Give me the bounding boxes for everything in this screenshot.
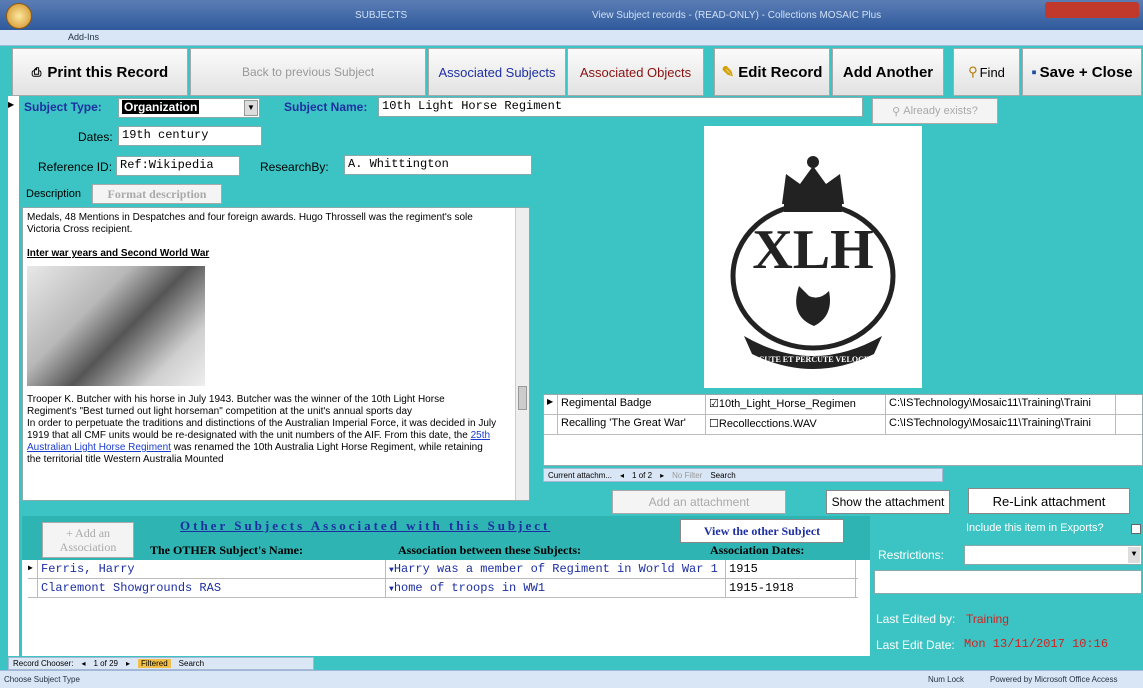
dropdown-arrow-icon[interactable]: ▼ <box>244 100 258 116</box>
add-attachment-button[interactable]: Add an attachment <box>612 490 786 514</box>
first-record-icon[interactable]: ◂ <box>620 471 624 480</box>
status-bar: Choose Subject Type Num Lock Powered by … <box>0 670 1143 688</box>
badge-letters: XLH <box>752 219 873 281</box>
window-subtitle: View Subject records - (READ-ONLY) - Col… <box>592 10 882 21</box>
record-search[interactable]: Search <box>179 659 204 668</box>
col-dates: Association Dates: <box>710 543 805 557</box>
description-paragraph-1: Medals, 48 Mentions in Despatches and fo… <box>27 212 473 235</box>
first-record-icon[interactable]: ◂ <box>81 659 85 668</box>
association-title: Other Subjects Associated with this Subj… <box>180 518 551 533</box>
status-text: Choose Subject Type <box>4 675 80 684</box>
edit-record-button[interactable]: ✎ Edit Record <box>714 48 830 96</box>
format-description-button[interactable]: Format description <box>92 184 222 204</box>
binoculars-icon: ⚲ <box>968 64 978 79</box>
scroll-thumb[interactable] <box>518 386 527 410</box>
include-exports-label: Include this item in Exports? <box>966 522 1104 534</box>
ribbon-addins[interactable]: Add-Ins <box>68 32 99 42</box>
attachments-navigator[interactable]: Current attachm... ◂ 1 of 2 ▸ No Filter … <box>543 468 943 482</box>
view-other-subject-button[interactable]: View the other Subject <box>680 519 844 543</box>
attachments-grid: ▶ Regimental Badge ☑10th_Light_Horse_Reg… <box>543 394 1143 466</box>
add-association-button[interactable]: + Add an Association <box>42 522 134 558</box>
save-close-button[interactable]: ▪ Save + Close <box>1022 48 1142 96</box>
associated-objects-button[interactable]: Associated Objects <box>567 48 704 96</box>
badge-image: XLH PERCUTE ET PERCUTE VELOCITER <box>704 126 922 388</box>
associated-subjects-button[interactable]: Associated Subjects <box>428 48 566 96</box>
ribbon: Add-Ins <box>0 30 1143 46</box>
show-attachment-button[interactable]: Show the attachment <box>826 490 950 514</box>
attachment-row[interactable]: Recalling 'The Great War' ☐Recollecction… <box>544 415 1142 435</box>
next-record-icon[interactable]: ▸ <box>660 471 664 480</box>
attachment-row[interactable]: ▶ Regimental Badge ☑10th_Light_Horse_Reg… <box>544 395 1142 415</box>
record-selector[interactable]: ▶ <box>8 96 20 656</box>
record-navigator[interactable]: Record Chooser: ◂ 1 of 29 ▸ Filtered Sea… <box>8 657 314 670</box>
relink-attachment-button[interactable]: Re-Link attachment <box>968 488 1130 514</box>
last-edit-date-value: Mon 13/11/2017 10:16 <box>964 637 1109 651</box>
description-paragraph-2: In order to perpetuate the traditions an… <box>27 418 497 465</box>
table-row[interactable]: Claremont Showgrounds RAS ▼home of troop… <box>28 579 858 598</box>
table-row[interactable]: ▶ Ferris, Harry ▼Harry was a member of R… <box>28 560 858 579</box>
find-button[interactable]: ⚲ Find <box>953 48 1020 96</box>
add-another-button[interactable]: Add Another <box>832 48 944 96</box>
reference-id-label: Reference ID: <box>38 160 113 174</box>
dates-label: Dates: <box>78 130 113 144</box>
already-exists-button[interactable]: ⚲ Already exists? <box>872 98 998 124</box>
include-exports-checkbox[interactable] <box>1131 524 1141 534</box>
dropdown-arrow-icon[interactable]: ▼ <box>1128 547 1140 563</box>
research-by-field[interactable]: A. Whittington <box>344 155 532 175</box>
restrictions-detail-field[interactable] <box>874 570 1142 594</box>
next-record-icon[interactable]: ▸ <box>126 659 130 668</box>
back-button[interactable]: Back to previous Subject <box>190 48 426 96</box>
restrictions-label: Restrictions: <box>878 548 945 562</box>
powered-by: Powered by Microsoft Office Access <box>990 675 1118 684</box>
col-association: Association between these Subjects: <box>398 543 581 557</box>
restrictions-select[interactable]: ▼ <box>964 545 1142 565</box>
filtered-button[interactable]: Filtered <box>137 659 171 668</box>
title-bar: SUBJECTS View Subject records - (READ-ON… <box>0 0 1143 30</box>
subject-type-label: Subject Type: <box>24 100 102 114</box>
col-other-name: The OTHER Subject's Name: <box>150 543 303 557</box>
last-edited-label: Last Edited by: <box>876 612 956 626</box>
regimental-badge-icon: XLH PERCUTE ET PERCUTE VELOCITER <box>730 156 896 369</box>
checkbox-icon[interactable]: ☑ <box>709 398 719 410</box>
print-icon: ⎙ <box>31 64 42 79</box>
description-box[interactable]: Medals, 48 Mentions in Despatches and fo… <box>22 207 530 501</box>
num-lock-indicator: Num Lock <box>928 675 965 684</box>
research-by-label: ResearchBy: <box>260 160 329 174</box>
badge-motto: PERCUTE ET PERCUTE VELOCITER <box>743 355 884 364</box>
save-icon: ▪ <box>1031 63 1037 81</box>
reference-id-field[interactable]: Ref:Wikipedia <box>116 156 240 176</box>
nav-search[interactable]: Search <box>710 471 735 480</box>
description-scrollbar[interactable] <box>515 208 529 500</box>
dates-field[interactable]: 19th century <box>118 126 262 146</box>
subject-name-label: Subject Name: <box>284 100 368 114</box>
subject-type-select[interactable]: Organization ▼ <box>118 98 260 118</box>
description-heading: Inter war years and Second World War <box>27 248 210 259</box>
window-title: SUBJECTS <box>355 10 408 21</box>
window-controls[interactable] <box>1045 2 1139 18</box>
last-edit-date-label: Last Edit Date: <box>876 638 955 652</box>
last-edited-value: Training <box>966 612 1009 626</box>
subject-name-field[interactable]: 10th Light Horse Regiment <box>378 97 863 117</box>
filter-icon[interactable]: No Filter <box>672 471 702 480</box>
description-label: Description <box>26 188 82 200</box>
checkbox-icon[interactable]: ☐ <box>709 418 719 430</box>
association-table: ▶ Ferris, Harry ▼Harry was a member of R… <box>28 560 858 598</box>
description-photo <box>27 266 205 386</box>
print-button[interactable]: ⎙ Print this Record <box>12 48 188 96</box>
binoculars-icon: ⚲ <box>892 105 901 118</box>
pencil-icon: ✎ <box>721 64 735 81</box>
office-button[interactable] <box>6 3 32 29</box>
description-caption: Trooper K. Butcher with his horse in Jul… <box>27 394 445 417</box>
